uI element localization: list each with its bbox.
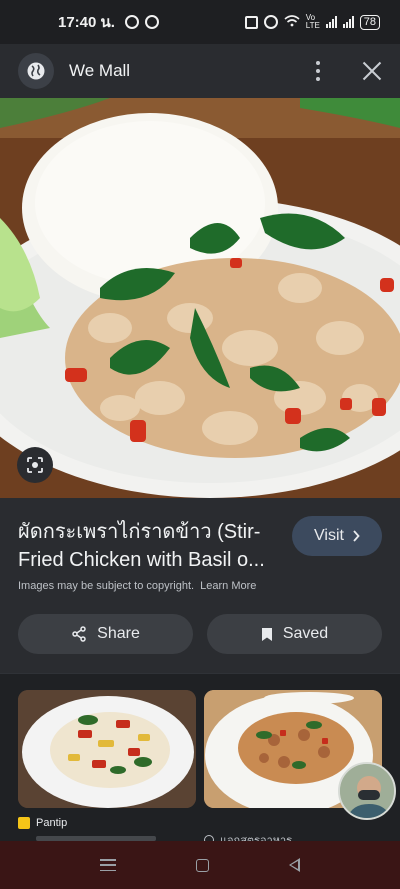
status-bar: 17:40 น. Vo LTE 78 (0, 0, 400, 44)
recent-apps-icon[interactable] (100, 859, 116, 871)
pantip-favicon-icon (18, 817, 30, 829)
app-bar: We Mall (0, 44, 400, 98)
share-button[interactable]: Share (18, 614, 193, 654)
copyright-notice: Images may be subject to copyright. Lear… (18, 580, 256, 592)
alarm-icon (263, 15, 278, 29)
bookmark-icon (261, 627, 272, 641)
share-label: Share (97, 625, 140, 642)
battery-indicator: 78 (359, 14, 380, 30)
result-title[interactable]: ผัดกระเพราไก่ราดข้าว (Stir-Fried Chicken… (18, 518, 280, 574)
floating-avatar[interactable] (338, 762, 396, 820)
more-vert-icon[interactable] (306, 56, 330, 86)
share-icon (72, 626, 86, 642)
system-nav-bar (0, 841, 400, 889)
wifi-icon (284, 14, 300, 30)
related-source-1[interactable]: Pantip (18, 817, 67, 829)
home-icon[interactable] (196, 858, 209, 872)
globe-icon[interactable] (18, 53, 54, 89)
saved-button[interactable]: Saved (207, 614, 382, 654)
site-title: We Mall (69, 61, 131, 80)
related-card-1[interactable] (18, 690, 196, 808)
app-notification-icon (144, 15, 159, 29)
signal-icon-2 (342, 16, 354, 28)
result-image[interactable] (0, 98, 400, 498)
nfc-icon (244, 15, 258, 29)
volte-label: Vo LTE (305, 13, 320, 30)
back-icon[interactable] (289, 858, 300, 872)
lens-icon[interactable] (17, 447, 53, 483)
status-time: 17:40 น. (58, 14, 115, 31)
copyright-text: Images may be subject to copyright. (18, 580, 195, 592)
chevron-right-icon (353, 530, 360, 542)
saved-label: Saved (282, 625, 329, 642)
signal-icon (325, 16, 337, 28)
messenger-icon (124, 15, 139, 29)
close-icon[interactable] (358, 57, 386, 85)
visit-label: Visit (314, 527, 344, 544)
learn-more-link[interactable]: Learn More (200, 580, 256, 592)
visit-button[interactable]: Visit (292, 516, 382, 556)
related-source-1-label: Pantip (36, 817, 68, 829)
